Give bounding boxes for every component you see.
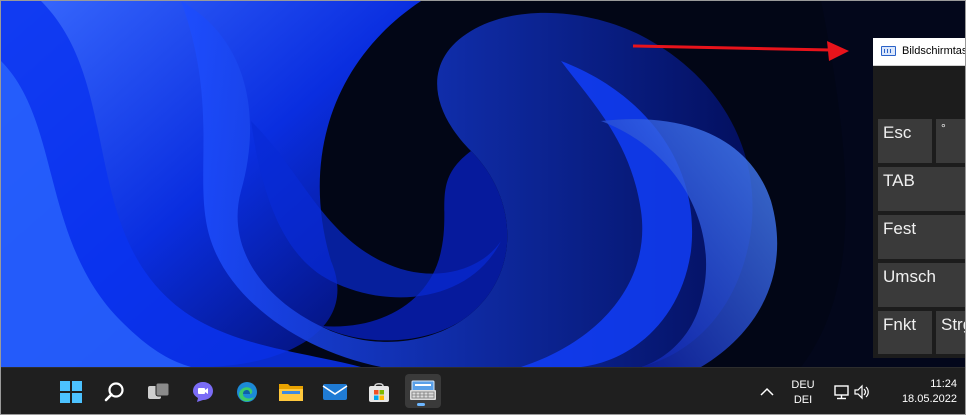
store-icon bbox=[369, 382, 389, 402]
chat-button[interactable] bbox=[187, 376, 219, 408]
on-screen-keyboard-button[interactable] bbox=[405, 374, 441, 408]
keyboard-layout-code: DEI bbox=[793, 394, 813, 406]
quick-settings-button[interactable] bbox=[829, 376, 873, 408]
start-icon bbox=[60, 381, 82, 403]
screen: Bildschirmtastatur Esc ° TAB Fest Umsch … bbox=[0, 0, 966, 415]
volume-icon bbox=[853, 384, 869, 400]
edge-button[interactable] bbox=[231, 376, 263, 408]
start-button[interactable] bbox=[55, 376, 87, 408]
store-button[interactable] bbox=[363, 376, 395, 408]
file-explorer-button[interactable] bbox=[275, 376, 307, 408]
input-language-indicator[interactable]: DEU DEI bbox=[786, 378, 820, 408]
task-view-button[interactable] bbox=[143, 376, 175, 408]
key-ctrl[interactable]: Strg bbox=[936, 311, 965, 354]
key-caps-lock[interactable]: Fest bbox=[878, 215, 965, 259]
active-app-indicator bbox=[417, 403, 425, 406]
key-fn[interactable]: Fnkt bbox=[878, 311, 932, 354]
key-esc[interactable]: Esc bbox=[878, 119, 932, 163]
language-code: DEU bbox=[791, 379, 815, 391]
key-shift[interactable]: Umsch bbox=[878, 263, 965, 307]
mail-button[interactable] bbox=[319, 376, 351, 408]
network-icon bbox=[833, 385, 849, 400]
osk-title: Bildschirmtastatur bbox=[902, 45, 966, 57]
on-screen-keyboard-icon bbox=[410, 380, 436, 400]
mail-icon bbox=[322, 384, 348, 400]
clock-date: 18.05.2022 bbox=[901, 393, 957, 405]
annotation-arrow-icon bbox=[632, 41, 849, 61]
search-icon bbox=[104, 382, 124, 402]
file-explorer-icon bbox=[279, 384, 303, 401]
chevron-up-icon bbox=[760, 387, 774, 396]
chat-icon bbox=[193, 382, 213, 402]
taskbar: DEU DEI 11:24 18.05.2022 bbox=[1, 367, 965, 414]
on-screen-keyboard-window: Bildschirmtastatur Esc ° TAB Fest Umsch … bbox=[873, 38, 966, 358]
edge-icon bbox=[237, 382, 257, 402]
osk-title-bar[interactable]: Bildschirmtastatur bbox=[873, 38, 966, 66]
task-view-icon bbox=[148, 382, 170, 399]
clock-time: 11:24 bbox=[930, 378, 957, 390]
key-degree[interactable]: ° bbox=[936, 119, 965, 163]
keyboard-icon bbox=[881, 46, 896, 56]
show-hidden-icons-button[interactable] bbox=[753, 376, 781, 408]
key-tab[interactable]: TAB bbox=[878, 167, 965, 211]
clock[interactable]: 11:24 18.05.2022 bbox=[885, 377, 957, 407]
search-button[interactable] bbox=[99, 376, 131, 408]
